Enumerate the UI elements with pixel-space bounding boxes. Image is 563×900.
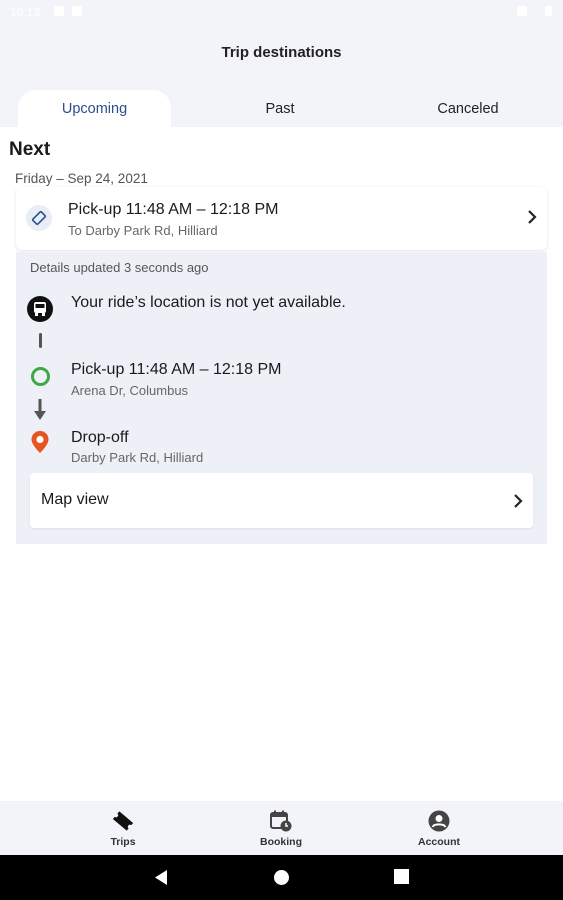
battery-icon: [545, 6, 552, 16]
recents-icon[interactable]: [394, 869, 409, 884]
ride-location-message: Your ride’s location is not yet availabl…: [71, 294, 346, 311]
pickup-marker-icon: [31, 367, 50, 386]
nav-booking[interactable]: Booking: [236, 801, 326, 855]
notification-icon: [72, 6, 82, 16]
bottom-navigation: Trips Booking Account: [0, 801, 563, 855]
home-icon[interactable]: [273, 869, 290, 886]
calendar-clock-icon: [270, 810, 292, 832]
tab-upcoming[interactable]: Upcoming: [18, 90, 171, 128]
trip-details-panel: Details updated 3 seconds ago Your ride’…: [16, 252, 547, 544]
main-content: Next Friday – Sep 24, 2021 Pick-up 11:48…: [0, 127, 563, 801]
tab-bar: Upcoming Past Canceled: [0, 90, 563, 128]
chevron-right-icon: [528, 210, 537, 224]
pickup-address: Arena Dr, Columbus: [71, 383, 189, 398]
tab-past[interactable]: Past: [205, 90, 355, 128]
map-view-label: Map view: [41, 491, 109, 508]
trip-subtitle: To Darby Park Rd, Hilliard: [68, 223, 218, 238]
section-heading: Next: [9, 139, 51, 160]
pickup-title: Pick-up 11:48 AM – 12:18 PM: [71, 361, 282, 378]
details-updated-text: Details updated 3 seconds ago: [30, 260, 209, 275]
status-time: 10:13: [10, 5, 41, 19]
back-icon[interactable]: [153, 869, 169, 886]
nav-label-trips: Trips: [110, 836, 136, 848]
page-title: Trip destinations: [221, 44, 342, 61]
trip-card[interactable]: Pick-up 11:48 AM – 12:18 PM To Darby Par…: [16, 187, 547, 250]
arrow-down-icon: [34, 399, 46, 420]
bus-icon: [27, 296, 53, 322]
dropoff-pin-icon: [31, 431, 49, 453]
tab-canceled[interactable]: Canceled: [393, 90, 543, 128]
ticket-icon: [26, 205, 52, 231]
nav-label-booking: Booking: [260, 836, 302, 848]
ticket-icon: [112, 811, 134, 831]
nav-trips[interactable]: Trips: [78, 801, 168, 855]
map-view-button[interactable]: Map view: [30, 473, 533, 528]
trip-title: Pick-up 11:48 AM – 12:18 PM: [68, 201, 279, 218]
wifi-icon: [517, 6, 527, 16]
status-bar: 10:13: [0, 0, 563, 24]
system-navigation-bar: [0, 855, 563, 900]
trip-date: Friday – Sep 24, 2021: [15, 171, 148, 186]
notification-icon: [54, 6, 64, 16]
account-circle-icon: [428, 810, 450, 832]
dropoff-address: Darby Park Rd, Hilliard: [71, 450, 204, 465]
chevron-right-icon: [514, 494, 523, 508]
nav-label-account: Account: [418, 836, 460, 848]
nav-account[interactable]: Account: [394, 801, 484, 855]
timeline-connector: [39, 333, 42, 348]
dropoff-title: Drop-off: [71, 429, 129, 446]
